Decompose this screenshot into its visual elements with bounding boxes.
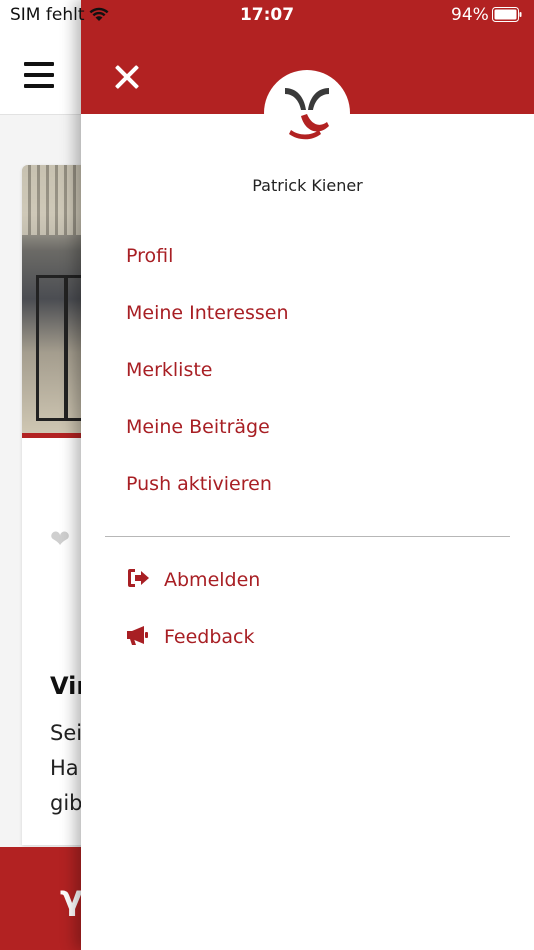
menu-item-profil[interactable]: Profil [126,245,173,267]
close-icon[interactable] [114,64,140,90]
menu-item-meine-interessen[interactable]: Meine Interessen [126,302,289,324]
user-name: Patrick Kiener [252,176,363,195]
menu-item-merkliste[interactable]: Merkliste [126,359,213,381]
logout-label: Abmelden [164,569,261,591]
menu-item-meine-beitraege[interactable]: Meine Beiträge [126,416,270,438]
feedback-button[interactable]: Feedback [126,625,254,648]
article-excerpt: Sei Ha gib [50,721,83,815]
hamburger-menu-icon[interactable] [24,62,54,88]
menu-divider [105,536,510,537]
logout-button[interactable]: Abmelden [126,568,260,591]
sign-out-icon [128,569,149,587]
status-bar: SIM fehlt 17:07 94% [0,0,534,30]
feedback-label: Feedback [164,626,255,648]
battery-icon [492,7,522,22]
battery-percentage: 94% [451,5,489,25]
heart-icon[interactable]: ❤ [50,527,74,551]
menu-item-push-aktivieren[interactable]: Push aktivieren [126,473,272,495]
navigation-drawer: Patrick Kiener Profil Meine Interessen M… [81,0,534,950]
brand-logo-icon [285,88,329,140]
bottom-logo-icon: γ [60,878,84,918]
megaphone-icon [127,626,148,645]
brand-logo [264,70,350,156]
